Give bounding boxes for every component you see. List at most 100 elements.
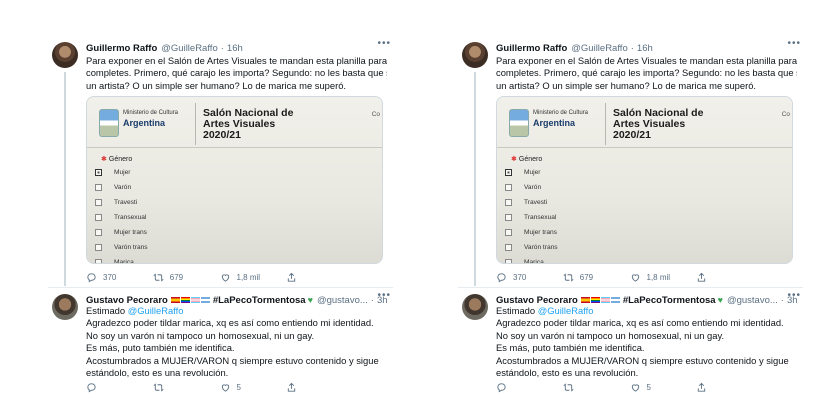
more-icon[interactable]: ••• (377, 290, 391, 301)
retweet-button[interactable] (153, 382, 220, 393)
share-button[interactable] (696, 382, 763, 393)
share-icon (698, 272, 706, 282)
mention-link[interactable]: @GuilleRaffo (538, 305, 594, 316)
avatar[interactable] (52, 294, 78, 320)
like-button[interactable]: 5 (630, 382, 697, 393)
tweet-line: un artista? O un simple ser humano? Lo d… (86, 79, 347, 91)
option-mujer: Mujer (95, 167, 131, 177)
divider (87, 147, 382, 148)
author-handle[interactable]: @gustavo... (727, 295, 778, 306)
flag-icons (170, 297, 210, 303)
reply-button[interactable] (86, 382, 153, 393)
author-handle[interactable]: @gustavo... (317, 295, 368, 306)
option-label: Varón (524, 183, 542, 191)
share-button[interactable] (696, 272, 763, 283)
checkbox-icon (505, 213, 512, 221)
checkbox-icon (505, 228, 512, 236)
like-count: 5 (236, 382, 241, 392)
author-name[interactable]: Guillermo Raffo (86, 43, 157, 54)
rainbow-flag-icon (590, 297, 600, 303)
like-button[interactable]: 1,8 mil (630, 272, 697, 283)
reply-count: 370 (513, 272, 527, 282)
greeting: Estimado (496, 305, 536, 316)
option-label: Varón trans (114, 243, 148, 251)
option-mujer: Mujer (505, 167, 541, 177)
reply-button[interactable]: 370 (496, 272, 563, 283)
checkbox-icon (95, 243, 102, 251)
author-name[interactable]: Gustavo Pecoraro (496, 295, 578, 306)
tweet-actions: 5 (86, 380, 353, 394)
retweet-icon (563, 383, 574, 391)
main-tweet[interactable]: Guillermo Raffo @GuilleRaffo · 16h ••• P… (458, 36, 803, 288)
author-name[interactable]: Gustavo Pecoraro (86, 295, 168, 306)
author-handle[interactable]: @GuilleRaffo (161, 43, 217, 54)
retweet-button[interactable]: 679 (153, 272, 220, 283)
argentina-flag-icon (200, 297, 210, 303)
avatar[interactable] (52, 42, 78, 68)
option-label: Marica (524, 258, 544, 264)
field-label: ✱ Género (511, 156, 543, 163)
option-label: Transexual (114, 213, 147, 221)
main-tweet[interactable]: Guillermo Raffo @GuilleRaffo · 16h ••• P… (48, 36, 393, 288)
retweet-icon (153, 383, 164, 391)
option-mujer-trans: Mujer trans (95, 227, 147, 237)
form-title-line: 2020/21 (613, 129, 651, 141)
timestamp[interactable]: 16h (227, 43, 243, 54)
option-label: Varón trans (524, 243, 558, 251)
share-button[interactable] (286, 272, 353, 283)
retweet-count: 679 (169, 272, 184, 282)
field-label-text: Género (518, 156, 543, 163)
corner-text: Co (371, 111, 380, 118)
tweet-line: Estimado @GuilleRaffo (496, 305, 797, 317)
more-icon[interactable]: ••• (787, 38, 801, 49)
trans-flag-icon (600, 297, 610, 303)
tweet-line: Agradezco poder tildar marica, xq es así… (86, 317, 374, 329)
more-icon[interactable]: ••• (377, 38, 391, 49)
separator-dot: · (780, 294, 784, 306)
reply-tweet[interactable]: Gustavo Pecoraro #LaPecoTormentosa ♥ @gu… (48, 288, 393, 398)
coat-of-arms-icon (99, 109, 119, 137)
tweet-line: Es más, puto también me identifica. (86, 342, 235, 354)
timestamp[interactable]: 16h (637, 43, 653, 54)
tweet-image[interactable]: Ministerio de Cultura Argentina Salón Na… (496, 96, 793, 264)
reply-icon (87, 382, 96, 392)
reply-icon (497, 382, 506, 392)
avatar[interactable] (462, 42, 488, 68)
reply-button[interactable] (496, 382, 563, 393)
author-name[interactable]: Guillermo Raffo (496, 43, 567, 54)
reply-button[interactable]: 370 (86, 272, 153, 283)
form-title: Salón Nacional de Artes Visuales 2020/21 (203, 108, 313, 141)
tweet-line: estándolo, esto es una revolución. (496, 367, 639, 379)
share-icon (288, 382, 296, 392)
author-handle[interactable]: @GuilleRaffo (571, 43, 627, 54)
checkbox-icon (95, 213, 102, 221)
share-button[interactable] (286, 382, 353, 393)
mention-link[interactable]: @GuilleRaffo (128, 305, 184, 316)
corner-text: Co (781, 111, 790, 118)
tweet-actions: 370 679 1,8 mil (86, 270, 353, 284)
tweet-line: completes. Primero, qué carajo les impor… (496, 67, 797, 79)
option-transexual: Transexual (505, 212, 556, 222)
views-count: 1,8 mil (236, 272, 261, 282)
tweet-image[interactable]: Ministerio de Cultura Argentina Salón Na… (86, 96, 383, 264)
separator-dot: · (630, 42, 634, 54)
checkbox-icon (95, 183, 102, 191)
retweet-button[interactable]: 679 (563, 272, 630, 283)
heart-icon (631, 383, 639, 392)
trans-flag-icon (190, 297, 200, 303)
like-button[interactable]: 5 (220, 382, 287, 393)
green-heart-icon: ♥ (717, 295, 723, 305)
hashtag[interactable]: #LaPecoTormentosa (213, 295, 306, 306)
retweet-button[interactable] (563, 382, 630, 393)
like-button[interactable]: 1,8 mil (220, 272, 287, 283)
form-title: Salón Nacional de Artes Visuales 2020/21 (613, 108, 723, 141)
hashtag[interactable]: #LaPecoTormentosa (623, 295, 716, 306)
avatar[interactable] (462, 294, 488, 320)
option-label: Travesti (114, 198, 138, 206)
tweet-line: Para exponer en el Salón de Artes Visual… (496, 55, 797, 66)
separator-dot: · (370, 294, 374, 306)
tweet-text: Para exponer en el Salón de Artes Visual… (496, 55, 797, 92)
reply-tweet[interactable]: Gustavo Pecoraro #LaPecoTormentosa ♥ @gu… (458, 288, 803, 398)
more-icon[interactable]: ••• (787, 290, 801, 301)
greeting: Estimado (86, 305, 126, 316)
